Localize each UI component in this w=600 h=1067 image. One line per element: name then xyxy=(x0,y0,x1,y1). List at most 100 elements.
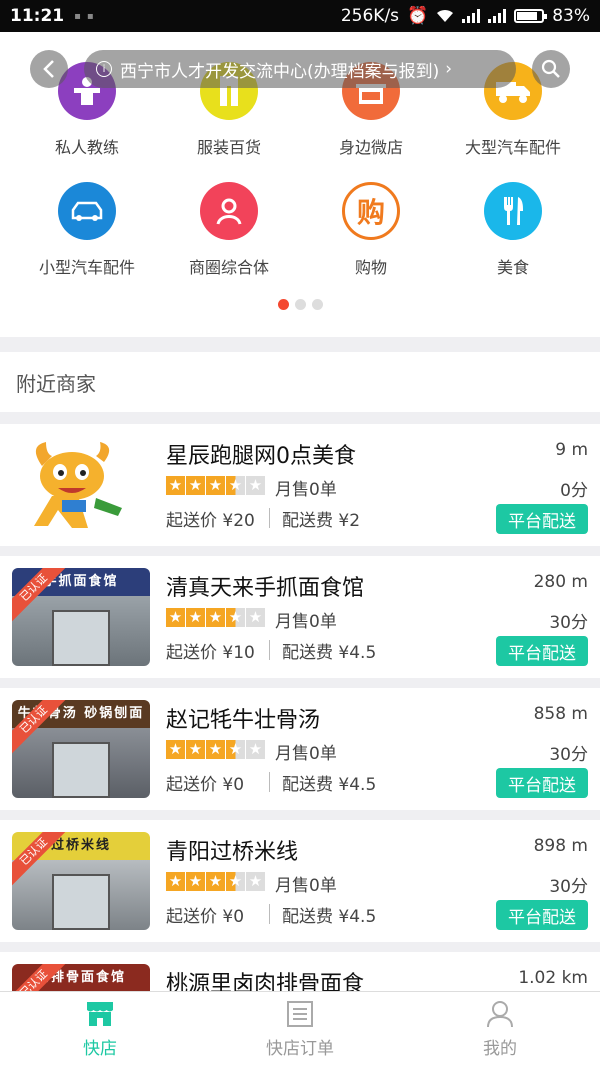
star-icon: ★ xyxy=(226,608,245,627)
storefront-image xyxy=(12,596,150,666)
merchant-logo xyxy=(12,436,150,534)
star-icon: ★ xyxy=(206,476,225,495)
monthly-sales: 月售0单 xyxy=(275,876,337,896)
signal-icon xyxy=(462,9,481,23)
merchant-card[interactable]: 星辰跑腿网0点美食 9 m ★ ★ ★ ★ ★ 月售0单 0分 起送价 ¥20 配送费 … xyxy=(0,424,600,546)
divider xyxy=(269,772,270,792)
profile-icon xyxy=(487,1001,513,1028)
search-icon xyxy=(541,59,560,78)
platform-delivery-badge: 平台配送 xyxy=(496,504,588,534)
status-bar: 11:21 ▪▪ 256K/s ⏰ 83% xyxy=(0,0,600,32)
minimum-order: 起送价 ¥20 xyxy=(166,511,255,531)
notification-icons: ▪▪ xyxy=(74,10,100,22)
delivery-fee: 配送费 ¥2 xyxy=(282,511,361,531)
minimum-order: 起送价 ¥0 xyxy=(166,775,245,795)
merchant-distance: 898 m xyxy=(533,836,588,856)
category-business-complex[interactable]: 商圈综合体 xyxy=(154,182,304,278)
divider xyxy=(269,640,270,660)
star-icon: ★ xyxy=(226,476,245,495)
network-speed: 256K/s xyxy=(340,6,400,26)
merchant-photo: 牛壮骨汤 砂锅刨面 已认证 xyxy=(12,700,150,798)
merchant-card[interactable]: 牛壮骨汤 砂锅刨面 已认证 赵记牦牛壮骨汤 858 m ★ ★ ★ ★ ★ 月售0单 3… xyxy=(0,688,600,810)
people-icon xyxy=(200,182,258,240)
star-icon: ★ xyxy=(246,476,265,495)
star-icon: ★ xyxy=(226,872,245,891)
storefront-image xyxy=(12,728,150,798)
storefront-image xyxy=(12,860,150,930)
star-icon: ★ xyxy=(166,608,185,627)
merchant-distance: 9 m xyxy=(555,440,588,460)
star-icon: ★ xyxy=(206,608,225,627)
rating-stars: ★ ★ ★ ★ ★ xyxy=(166,476,265,495)
merchant-name: 青阳过桥米线 xyxy=(166,840,299,865)
merchant-card[interactable]: 肉排骨面食馆 已认证 桃源里卤肉排骨面食 1.02 km xyxy=(0,952,600,991)
bottom-tab-bar: 快店 快店订单 我的 xyxy=(0,991,600,1067)
star-icon: ★ xyxy=(246,608,265,627)
delivery-time: 30分 xyxy=(549,745,588,765)
info-icon: i xyxy=(96,61,112,77)
tab-profile[interactable]: 我的 xyxy=(400,992,600,1067)
store-icon xyxy=(87,1002,113,1026)
divider xyxy=(269,508,270,528)
merchant-name: 星辰跑腿网0点美食 xyxy=(166,444,356,469)
wifi-icon xyxy=(437,9,454,22)
back-button[interactable] xyxy=(30,50,68,88)
star-icon: ★ xyxy=(246,872,265,891)
merchant-card[interactable]: 手抓面食馆 已认证 清真天来手抓面食馆 280 m ★ ★ ★ ★ ★ 月售0单 30分… xyxy=(0,556,600,678)
page-indicator xyxy=(0,299,600,310)
merchant-distance: 1.02 km xyxy=(518,968,588,988)
category-small-auto-parts[interactable]: 小型汽车配件 xyxy=(12,182,162,278)
rating-stars: ★ ★ ★ ★ ★ xyxy=(166,872,265,891)
merchant-distance: 858 m xyxy=(533,704,588,724)
rating-stars: ★ ★ ★ ★ ★ xyxy=(166,608,265,627)
merchant-card[interactable]: 过桥米线 已认证 青阳过桥米线 898 m ★ ★ ★ ★ ★ 月售0单 30分 起送价… xyxy=(0,820,600,942)
star-icon: ★ xyxy=(186,740,205,759)
battery-icon xyxy=(514,9,548,23)
minimum-order: 起送价 ¥0 xyxy=(166,907,245,927)
search-button[interactable] xyxy=(532,50,570,88)
tab-store[interactable]: 快店 xyxy=(0,992,200,1067)
star-icon: ★ xyxy=(166,872,185,891)
food-icon xyxy=(484,182,542,240)
delivery-time: 0分 xyxy=(560,481,588,501)
platform-delivery-badge: 平台配送 xyxy=(496,636,588,666)
page-dot xyxy=(294,299,306,310)
star-icon: ★ xyxy=(246,740,265,759)
star-icon: ★ xyxy=(166,476,185,495)
delivery-time: 30分 xyxy=(549,877,588,897)
delivery-fee: 配送费 ¥4.5 xyxy=(282,775,377,795)
nearby-merchants-title: 附近商家 xyxy=(0,352,600,412)
notice-banner[interactable]: i 西宁市人才开发交流中心(办理档案与报到) › xyxy=(84,50,516,88)
merchant-name: 清真天来手抓面食馆 xyxy=(166,576,365,601)
shopping-icon: 购 xyxy=(342,182,400,240)
star-icon: ★ xyxy=(166,740,185,759)
alarm-icon: ⏰ xyxy=(407,6,429,26)
monthly-sales: 月售0单 xyxy=(275,480,337,500)
top-overlay-bar: i 西宁市人才开发交流中心(办理档案与报到) › xyxy=(30,50,570,88)
divider xyxy=(269,904,270,924)
delivery-time: 30分 xyxy=(549,613,588,633)
chevron-right-icon: › xyxy=(445,59,453,79)
chevron-left-icon xyxy=(43,60,54,78)
platform-delivery-badge: 平台配送 xyxy=(496,900,588,930)
category-shopping[interactable]: 购 购物 xyxy=(296,182,446,278)
merchant-name: 桃源里卤肉排骨面食 xyxy=(166,972,365,991)
star-icon: ★ xyxy=(206,740,225,759)
minimum-order: 起送价 ¥10 xyxy=(166,643,255,663)
category-food[interactable]: 美食 xyxy=(438,182,588,278)
monthly-sales: 月售0单 xyxy=(275,744,337,764)
star-icon: ★ xyxy=(186,476,205,495)
star-icon: ★ xyxy=(226,740,245,759)
monthly-sales: 月售0单 xyxy=(275,612,337,632)
merchant-photo: 肉排骨面食馆 已认证 xyxy=(12,964,150,991)
notice-text: 西宁市人才开发交流中心(办理档案与报到) xyxy=(120,61,440,82)
star-icon: ★ xyxy=(186,872,205,891)
signal-icon-2 xyxy=(488,9,507,23)
status-time: 11:21 xyxy=(10,6,65,26)
merchant-photo: 过桥米线 已认证 xyxy=(12,832,150,930)
page-dot xyxy=(277,299,289,310)
star-icon: ★ xyxy=(186,608,205,627)
tab-orders[interactable]: 快店订单 xyxy=(200,992,400,1067)
rating-stars: ★ ★ ★ ★ ★ xyxy=(166,740,265,759)
page-dot xyxy=(311,299,323,310)
